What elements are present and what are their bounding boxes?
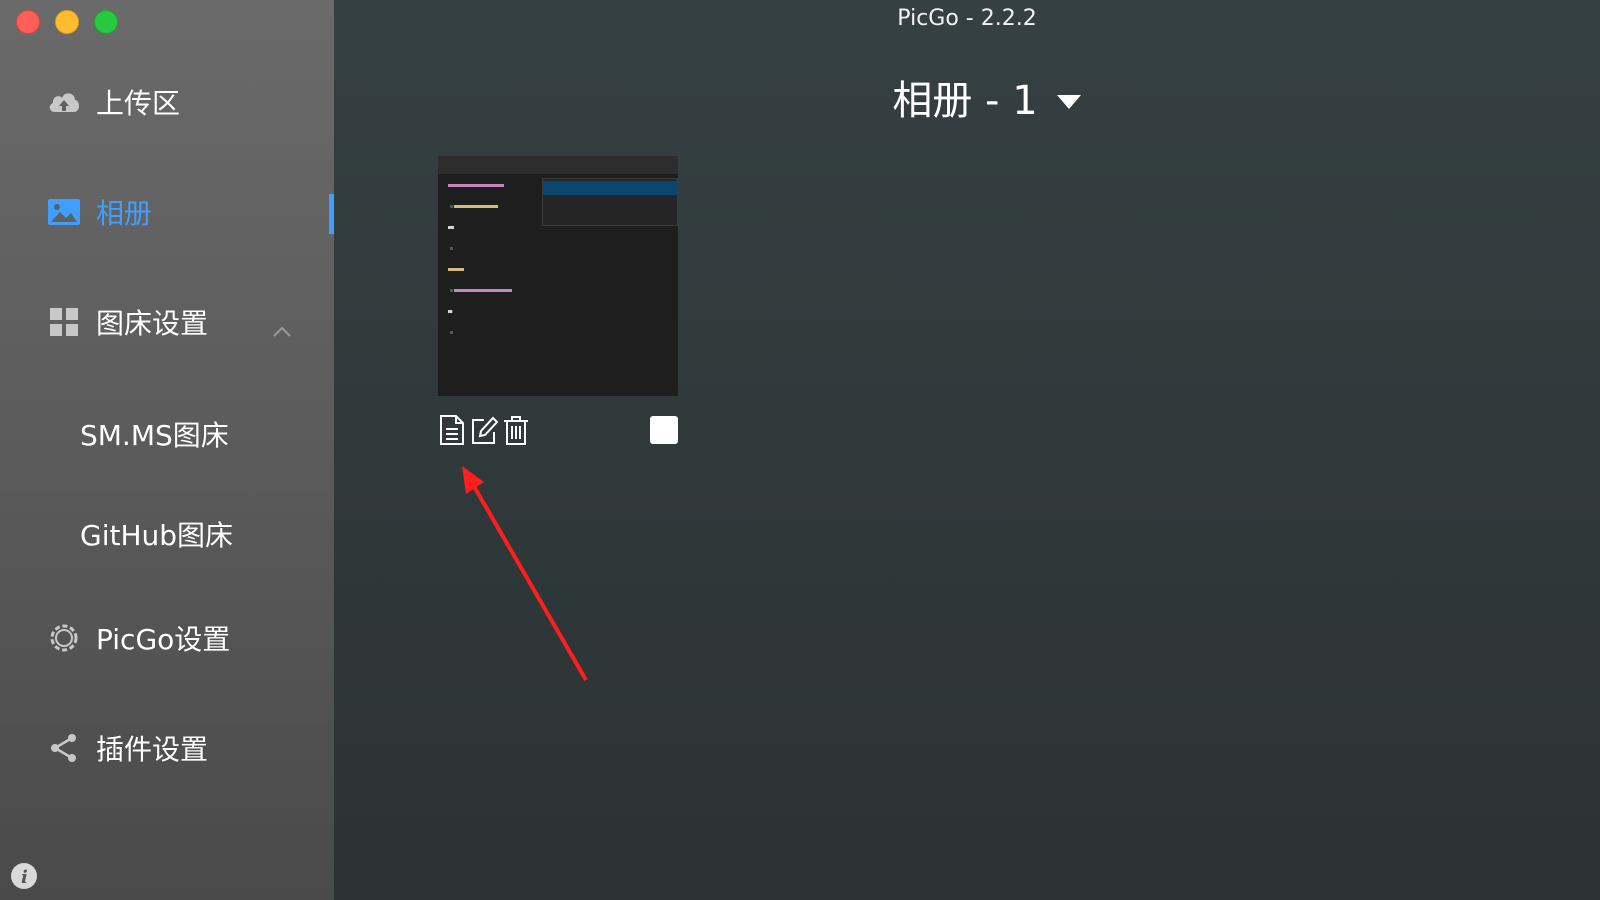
sidebar-item-label: PicGo设置	[96, 623, 231, 656]
close-window-button[interactable]	[16, 10, 40, 34]
edit-icon[interactable]	[470, 414, 499, 446]
thumbnail-autocomplete	[542, 178, 678, 226]
info-icon[interactable]: i	[10, 862, 38, 890]
sidebar-item-label: 上传区	[96, 87, 181, 120]
annotation-arrow	[462, 466, 588, 682]
sidebar-item-label: 插件设置	[96, 733, 209, 766]
window-controls	[16, 10, 118, 34]
album-title[interactable]: 相册 - 1	[334, 68, 1600, 126]
sidebar-item-picgo-settings[interactable]: PicGo设置	[0, 608, 334, 668]
delete-icon[interactable]	[502, 414, 530, 446]
app-window: 上传区 相册 图床设置 SM.MS图床 GitHub图床 PicGo设置 插件设…	[0, 0, 1600, 900]
caret-down-icon[interactable]	[1056, 74, 1082, 120]
album-title-text: 相册 - 1	[892, 78, 1038, 124]
copy-link-icon[interactable]	[438, 414, 466, 446]
photo-select-checkbox[interactable]	[650, 416, 678, 444]
sidebar-subitem-github[interactable]: GitHub图床	[80, 514, 233, 554]
image-icon	[46, 194, 82, 230]
sidebar-item-upload[interactable]: 上传区	[0, 72, 334, 132]
thumbnail-code	[448, 184, 544, 331]
share-icon	[46, 730, 82, 766]
sidebar-item-album[interactable]: 相册	[0, 182, 334, 242]
thumbnail-editor-tabs	[438, 156, 678, 174]
minimize-window-button[interactable]	[55, 10, 79, 34]
sidebar-item-uploader-settings[interactable]: 图床设置	[0, 292, 334, 352]
chevron-up-icon[interactable]	[272, 312, 292, 345]
window-title: PicGo - 2.2.2	[897, 6, 1037, 31]
sidebar: 上传区 相册 图床设置 SM.MS图床 GitHub图床 PicGo设置 插件设…	[0, 0, 334, 900]
photo-thumbnail[interactable]	[438, 156, 678, 396]
photo-actions	[438, 414, 678, 446]
svg-text:i: i	[21, 867, 28, 888]
sidebar-subitem-smms[interactable]: SM.MS图床	[80, 414, 229, 454]
gear-icon	[46, 620, 82, 656]
cloud-upload-icon	[46, 84, 82, 120]
sidebar-item-label: 图床设置	[96, 307, 209, 340]
main-panel: PicGo - 2.2.2 相册 - 1	[334, 0, 1600, 900]
sidebar-item-plugin-settings[interactable]: 插件设置	[0, 718, 334, 778]
grid-icon	[46, 304, 82, 340]
sidebar-item-label: 相册	[96, 197, 153, 230]
maximize-window-button[interactable]	[94, 10, 118, 34]
